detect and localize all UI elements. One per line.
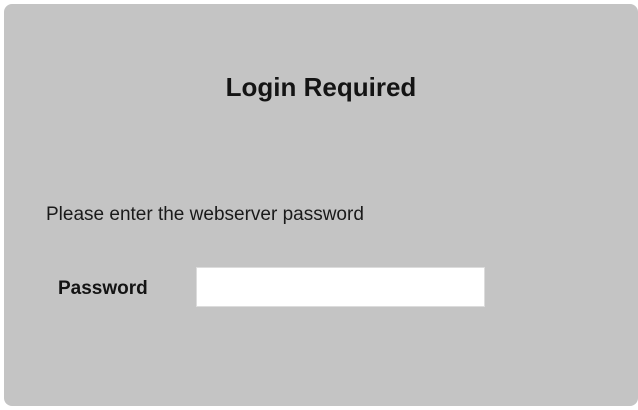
login-panel: Login Required Please enter the webserve… (4, 4, 638, 406)
login-instructions: Please enter the webserver password (46, 204, 364, 225)
password-input[interactable] (196, 267, 485, 307)
page-title: Login Required (225, 72, 417, 102)
password-label: Password (58, 278, 148, 299)
